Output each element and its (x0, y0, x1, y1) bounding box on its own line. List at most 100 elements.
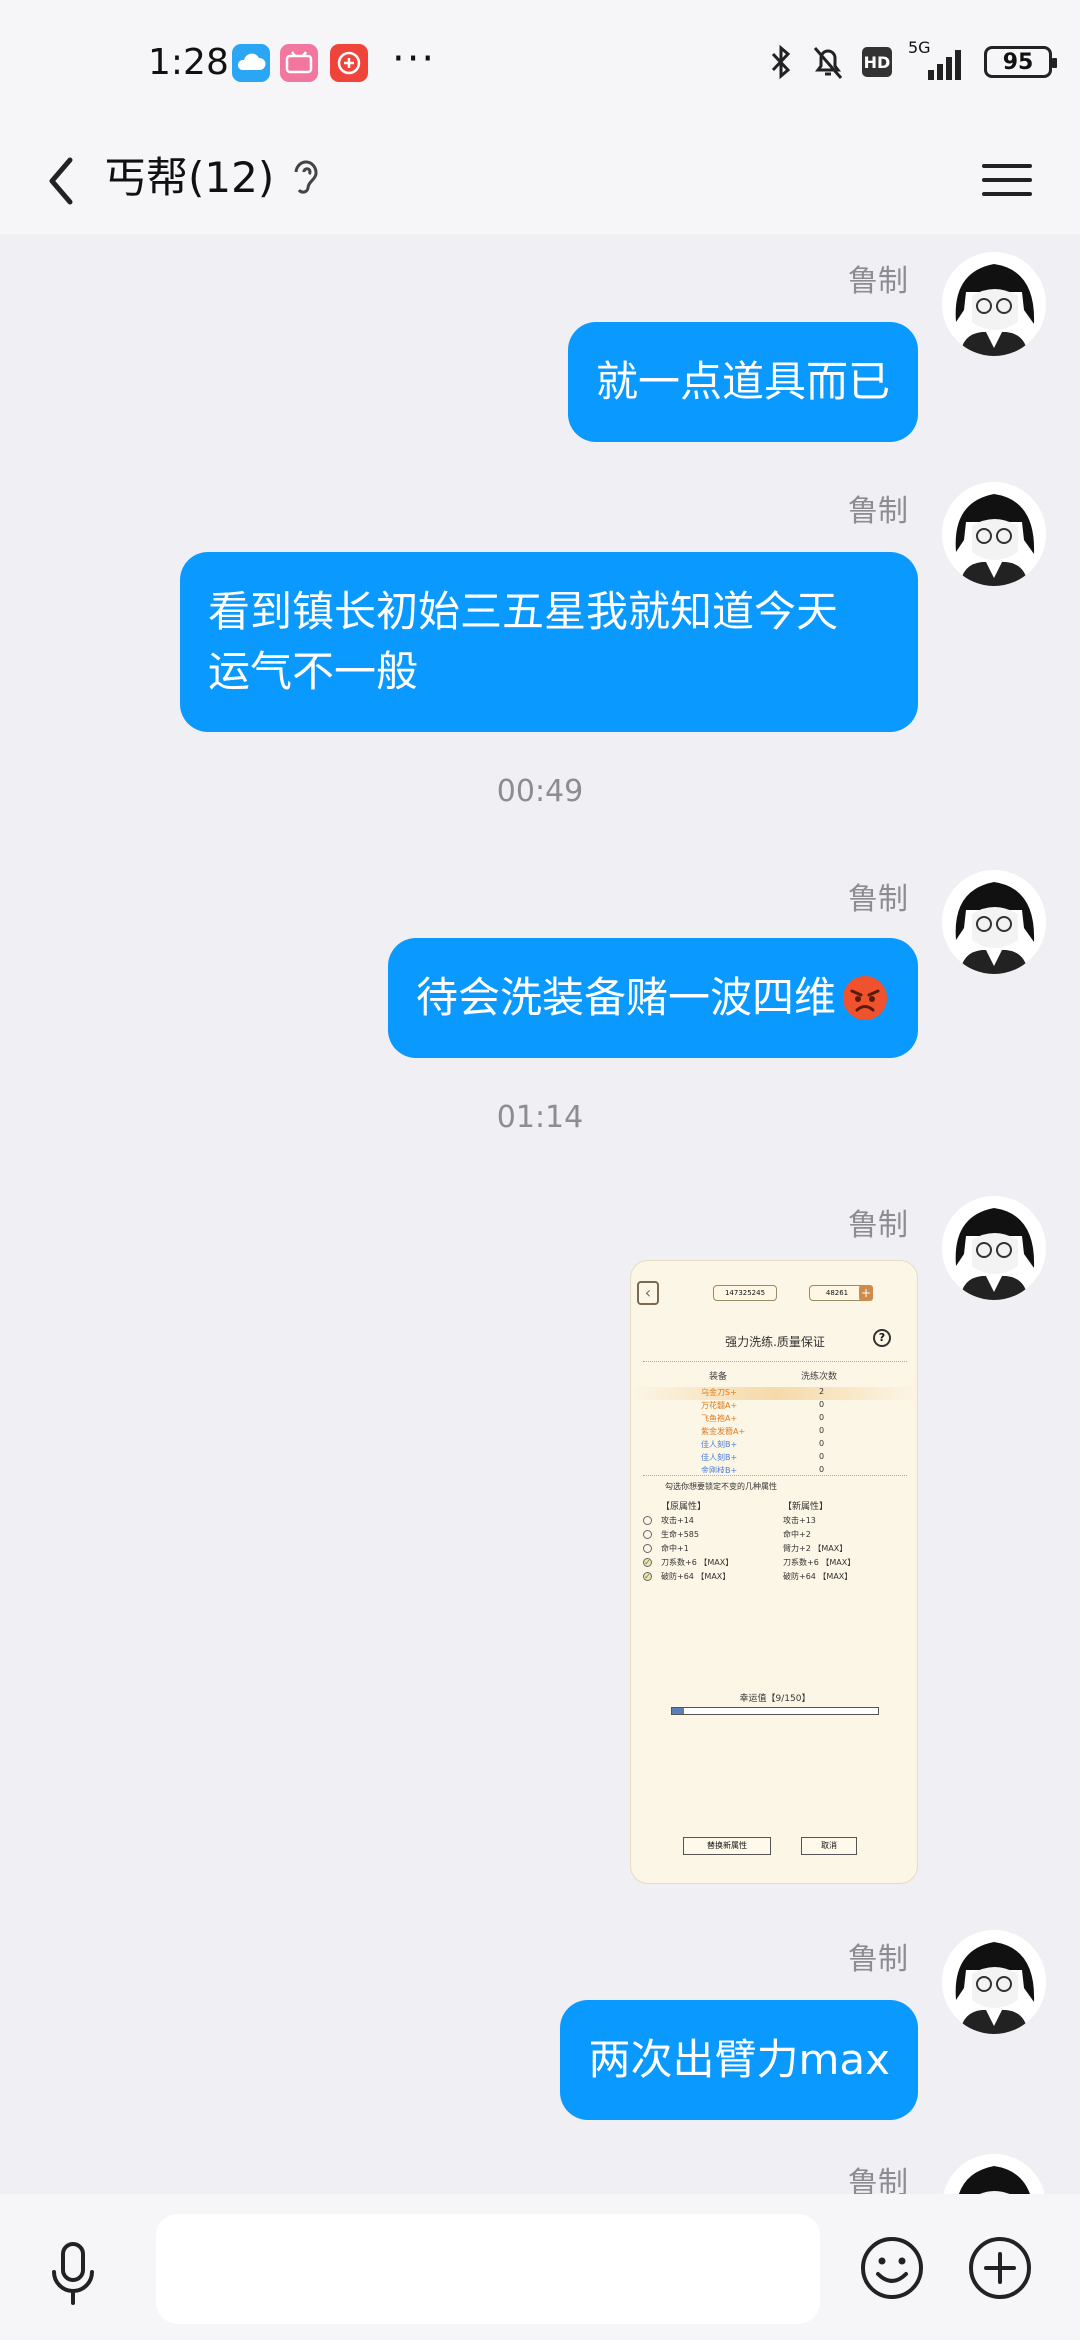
back-button[interactable] (36, 136, 92, 226)
cloud-app-icon (232, 44, 270, 82)
equipment-row: 紫金发簪A+ 0 (631, 1426, 917, 1439)
bilibili-app-icon (280, 44, 318, 82)
taobao-app-icon (330, 44, 368, 82)
message-line: 看到镇长初始三五星我就知道今天 (208, 587, 839, 636)
refine-count: 0 (819, 1400, 825, 1409)
new-attribute: 臂力+2 【MAX】 (783, 1544, 848, 1553)
message-input[interactable] (156, 2214, 820, 2324)
equipment-name: 飞鱼袍A+ (701, 1414, 738, 1423)
signal-icon: 5G (908, 38, 968, 82)
luck-bar-fill (672, 1708, 685, 1714)
attribute-row: ✓ 刀系数+6 【MAX】 刀系数+6 【MAX】 (631, 1557, 917, 1571)
chat-header: 丐帮(12) (0, 130, 1080, 234)
angry-face-emoji (843, 976, 887, 1020)
checked-radio-icon: ✓ (643, 1558, 652, 1567)
luck-bar (671, 1707, 879, 1715)
hd-badge: HD (862, 47, 892, 77)
attribute-row: ✓ 破防+64 【MAX】 破防+64 【MAX】 (631, 1571, 917, 1585)
equipment-row: 佳人刻B+ 0 (631, 1439, 917, 1452)
avatar[interactable] (942, 870, 1046, 974)
plus-circle-icon (969, 2237, 1031, 2299)
sender-name: 鲁制 (848, 2166, 908, 2194)
replace-attr-button: 替换新属性 (683, 1837, 771, 1855)
new-attribute: 破防+64 【MAX】 (783, 1572, 853, 1581)
avatar[interactable] (942, 1930, 1046, 2034)
divider (643, 1361, 907, 1362)
refine-count: 0 (819, 1465, 825, 1473)
status-icons: HD 5G 95 (768, 38, 1057, 84)
equipment-row: 佳人刻B+ 0 (631, 1452, 917, 1465)
message-bubble[interactable]: 两次出臂力max (560, 2000, 918, 2120)
old-attribute: 生命+585 (661, 1530, 699, 1539)
voice-button[interactable] (44, 2238, 102, 2308)
radio-icon (643, 1544, 652, 1553)
avatar[interactable] (942, 2154, 1046, 2194)
status-bar: 1:28 ··· HD 5G 95 (0, 0, 1080, 130)
timestamp: 01:14 (496, 1100, 584, 1135)
new-attribute: 攻击+13 (783, 1516, 816, 1525)
radio-icon (643, 1530, 652, 1539)
smiley-icon (861, 2237, 923, 2299)
col-count: 洗练次数 (801, 1372, 838, 1382)
message-bubble[interactable]: 看到镇长初始三五星我就知道今天 运气不一般 (180, 552, 918, 732)
image-message[interactable]: ‹ 147325245 48261 + 强力洗练.质量保证 ? 装备 洗练次数 … (630, 1260, 918, 1884)
equipment-list: 乌金刀S+ 2 万花髓A+ 0 飞鱼袍A+ 0 紫金发簪A+ 0 佳人刻B+ 0 佳人刻B+ 0 金刚枝… (631, 1387, 917, 1473)
sender-name: 鲁制 (848, 1942, 908, 1977)
cancel-game-button: 取消 (801, 1837, 857, 1855)
sender-name: 鲁制 (848, 882, 908, 917)
equipment-row: 万花髓A+ 0 (631, 1400, 917, 1413)
attribute-row: 攻击+14 攻击+13 (631, 1515, 917, 1529)
radio-icon (643, 1516, 652, 1525)
bluetooth-icon (771, 44, 791, 80)
col-old: 【原属性】 (661, 1502, 707, 1512)
attribute-row: 命中+1 臂力+2 【MAX】 (631, 1543, 917, 1557)
gold-counter: 48261 (809, 1285, 865, 1301)
status-time: 1:28 (148, 42, 229, 83)
refine-count: 0 (819, 1452, 825, 1461)
microphone-icon (52, 2242, 94, 2305)
lock-hint: 勾选你想要锁定不变的几种属性 (665, 1482, 777, 1491)
refine-count: 0 (819, 1439, 825, 1448)
new-attribute: 命中+2 (783, 1530, 811, 1539)
hamburger-icon (982, 164, 1032, 196)
avatar[interactable] (942, 482, 1046, 586)
silver-counter: 147325245 (713, 1285, 777, 1301)
refine-count: 2 (819, 1387, 825, 1396)
more-actions-button[interactable] (966, 2234, 1034, 2302)
col-new: 【新属性】 (783, 1502, 829, 1512)
new-attribute: 刀系数+6 【MAX】 (783, 1558, 856, 1567)
group-title[interactable]: 丐帮(12) (104, 144, 274, 205)
equipment-row: 金刚枝B+ 0 (631, 1465, 917, 1473)
add-gold-icon: + (859, 1285, 873, 1301)
equipment-name: 万花髓A+ (701, 1401, 738, 1410)
input-bar (0, 2194, 1080, 2340)
sender-name: 鲁制 (848, 1208, 908, 1243)
avatar[interactable] (942, 252, 1046, 356)
emoji-button[interactable] (858, 2234, 926, 2302)
luck-label: 幸运值【9/150】 (739, 1694, 811, 1704)
equipment-name: 金刚枝B+ (701, 1466, 738, 1473)
checked-radio-icon: ✓ (643, 1572, 652, 1581)
equipment-name: 乌金刀S+ (701, 1388, 737, 1397)
chat-area[interactable]: 鲁制 就一点道具而已 鲁制 看到镇长初始三五星我就知道今天 运气不一般 00:4… (0, 234, 1080, 2194)
ear-mode-icon[interactable] (288, 148, 324, 208)
old-attribute: 刀系数+6 【MAX】 (661, 1558, 734, 1567)
more-notifications-icon: ··· (392, 36, 437, 82)
equipment-name: 紫金发簪A+ (701, 1427, 746, 1436)
menu-button[interactable] (978, 144, 1036, 216)
equipment-row: 飞鱼袍A+ 0 (631, 1413, 917, 1426)
divider (643, 1475, 907, 1476)
equipment-name: 佳人刻B+ (701, 1453, 738, 1462)
message-text: 待会洗装备赌一波四维 (415, 973, 836, 1022)
message-bubble[interactable]: 就一点道具而已 (567, 322, 918, 442)
equipment-name: 佳人刻B+ (701, 1440, 738, 1449)
old-attribute: 命中+1 (661, 1544, 689, 1553)
help-icon: ? (873, 1329, 891, 1347)
timestamp: 00:49 (496, 774, 584, 809)
avatar[interactable] (942, 1196, 1046, 1300)
old-attribute: 破防+64 【MAX】 (661, 1572, 731, 1581)
refine-count: 0 (819, 1413, 825, 1422)
sender-name: 鲁制 (848, 494, 908, 529)
message-bubble[interactable]: 待会洗装备赌一波四维 (387, 938, 918, 1058)
refine-count: 0 (819, 1426, 825, 1435)
